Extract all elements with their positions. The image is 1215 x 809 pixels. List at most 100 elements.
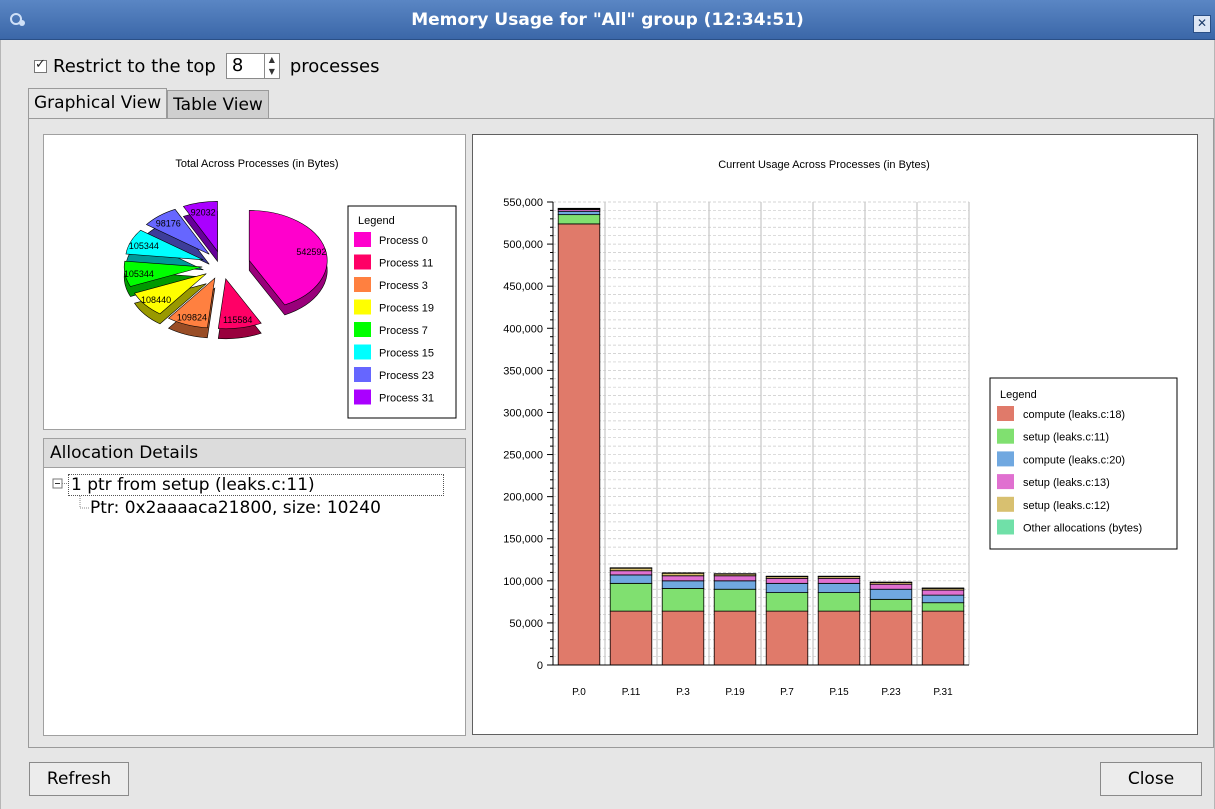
bar-x-tick-label: P.3 [676, 687, 690, 698]
pie-slice-label: 109824 [177, 312, 207, 322]
bar-y-tick-label: 0 [537, 660, 543, 672]
bar-y-tick-label: 300,000 [503, 407, 543, 419]
bar-segment [869, 588, 913, 600]
bar-legend-item: Other allocations (bytes) [1023, 523, 1142, 535]
pie-slice-label: 98176 [156, 219, 181, 229]
bar-segment [817, 592, 861, 612]
bar-legend-item: compute (leaks.c:20) [1023, 454, 1125, 466]
title-bar[interactable]: Memory Usage for "All" group (12:34:51) … [0, 0, 1215, 40]
bar-x-tick-label: P.31 [933, 687, 953, 698]
bar-x-tick-label: P.19 [725, 687, 745, 698]
refresh-button[interactable]: Refresh [29, 762, 129, 796]
bar-legend-swatch [997, 474, 1014, 490]
bar-segment [661, 575, 705, 582]
top-count-value[interactable]: 8 [227, 54, 264, 78]
bar-y-tick-label: 550,000 [503, 197, 543, 209]
bar-segment [765, 592, 809, 612]
pie-legend-swatch [354, 389, 371, 405]
tree-node-ptr[interactable]: Ptr: 0x2aaaaca21800, size: 10240 [90, 498, 381, 518]
bar-segment [557, 223, 601, 666]
bar-segment [921, 602, 965, 612]
bar-y-tick-label: 50,000 [509, 618, 543, 630]
bar-chart-title: Current Usage Across Processes (in Bytes… [718, 159, 930, 171]
pie-slice-label: 108440 [141, 295, 171, 305]
restrict-label[interactable]: Restrict to the top [53, 56, 216, 77]
pie-legend-swatch [354, 232, 371, 247]
close-button[interactable]: Close [1100, 762, 1202, 796]
pie-legend-item: Process 19 [379, 303, 434, 315]
bar-legend-swatch [997, 428, 1014, 444]
bar-y-tick-label: 200,000 [503, 492, 543, 504]
bar-legend-title: Legend [1000, 389, 1037, 401]
window-title: Memory Usage for "All" group (12:34:51) [411, 10, 804, 30]
restrict-checkbox[interactable]: ✓ [34, 56, 47, 73]
pie-legend-title: Legend [358, 215, 395, 227]
bar-legend-swatch [997, 519, 1014, 535]
bar-x-tick-label: P.23 [881, 687, 901, 698]
bar-segment [557, 210, 601, 216]
pie-legend-swatch [354, 254, 371, 270]
bar-segment [557, 214, 601, 225]
spin-up-icon[interactable]: ▲ [265, 54, 279, 66]
pie-legend-item: Process 31 [379, 393, 434, 405]
checkmark-icon: ✓ [35, 56, 46, 72]
bar-segment [921, 589, 965, 596]
bar-segment [713, 610, 757, 666]
bar-segment [869, 610, 913, 666]
pie-legend-item: Process 11 [379, 258, 433, 270]
bar-segment [609, 570, 653, 576]
pie-slice-label: 115584 [223, 315, 252, 325]
pie-legend-swatch [354, 277, 371, 292]
bar-segment [713, 575, 757, 582]
tab-graphical-view[interactable]: Graphical View [28, 88, 168, 119]
bar-segment [817, 610, 861, 666]
window-close-icon[interactable]: ✕ [1193, 15, 1211, 33]
bar-y-tick-label: 400,000 [503, 323, 543, 335]
pie-legend-item: Process 7 [379, 325, 428, 337]
pie-legend-swatch [354, 322, 371, 337]
top-count-spinbox[interactable]: 8 ▲ ▼ [225, 53, 280, 79]
bar-segment [765, 582, 809, 594]
bar-legend-swatch [997, 406, 1014, 421]
pie-legend-item: Process 23 [379, 370, 434, 382]
bar-legend-item: setup (leaks.c:12) [1023, 500, 1110, 512]
tree-node-setup[interactable]: 1 ptr from setup (leaks.c:11) [68, 474, 444, 496]
bar-segment [661, 580, 705, 589]
pie-legend-swatch [354, 344, 371, 360]
pie-legend-item: Process 3 [379, 280, 428, 292]
bar-y-tick-label: 250,000 [503, 450, 543, 462]
bar-segment [869, 583, 913, 590]
bar-segment [817, 582, 861, 594]
bar-legend-item: setup (leaks.c:13) [1023, 477, 1110, 489]
bar-legend-swatch [997, 496, 1014, 512]
bar-y-tick-label: 350,000 [503, 365, 543, 377]
pie-slice-label: 92032 [191, 207, 216, 217]
bar-chart-panel: Current Usage Across Processes (in Bytes… [472, 134, 1198, 735]
pie-chart: Total Across Processes (in Bytes) 542592… [124, 158, 457, 419]
bar-segment [609, 582, 653, 612]
close-button-label: Close [1127, 769, 1175, 789]
bar-segment [713, 588, 757, 612]
bar-x-tick-label: P.15 [829, 687, 849, 698]
bar-y-tick-label: 150,000 [503, 534, 543, 546]
bar-y-tick-label: 500,000 [503, 239, 543, 251]
spin-down-icon[interactable]: ▼ [265, 66, 279, 78]
bar-segment [609, 610, 653, 666]
bar-legend-swatch [997, 451, 1014, 467]
bar-x-tick-label: P.7 [780, 687, 794, 698]
bar-segment [661, 610, 705, 666]
processes-label: processes [289, 55, 380, 77]
allocation-details-header: Allocation Details [43, 438, 466, 468]
bar-legend-item: compute (leaks.c:18) [1023, 409, 1125, 421]
bar-y-tick-label: 100,000 [503, 576, 543, 588]
bar-segment [609, 574, 653, 584]
bar-chart: Current Usage Across Processes (in Bytes… [503, 159, 1178, 698]
tab-table-view[interactable]: Table View [167, 90, 269, 118]
allocation-tree: 1 ptr from setup (leaks.c:11) Ptr: 0x2aa… [43, 468, 466, 736]
pie-legend-item: Process 0 [379, 235, 428, 247]
pie-chart-title: Total Across Processes (in Bytes) [175, 158, 338, 170]
bar-segment [817, 577, 861, 584]
bar-segment [921, 594, 965, 604]
refresh-button-label: Refresh [46, 769, 112, 789]
bar-segment [661, 587, 705, 612]
